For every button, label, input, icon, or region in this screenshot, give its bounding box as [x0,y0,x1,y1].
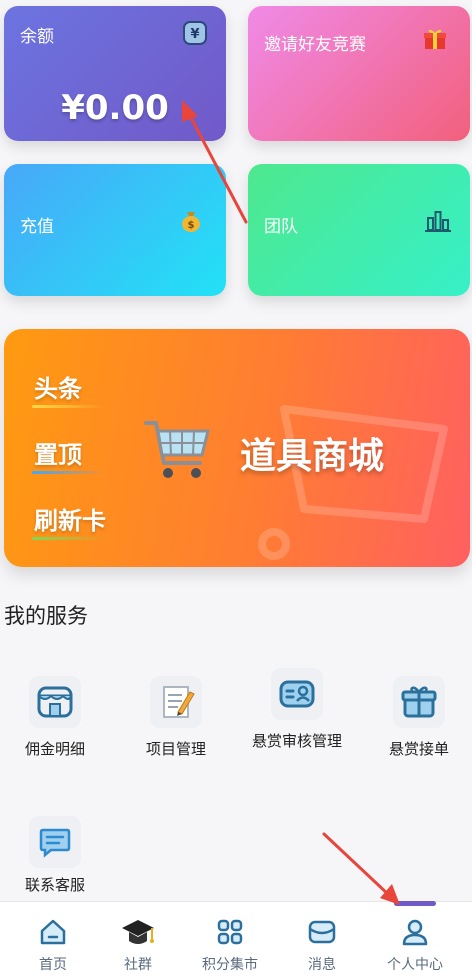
store-item-refresh-card: 刷新卡 [34,507,106,535]
service-commission-details[interactable]: 佣金明细 [0,676,110,761]
balance-label: 余额 [20,27,54,47]
service-contact-support[interactable]: 联系客服 [0,816,110,897]
home-icon [6,916,100,948]
nav-label: 消息 [308,957,336,973]
service-reward-review-management[interactable]: 悬赏审核管理 [242,668,352,753]
graduation-cap-icon [91,916,185,948]
team-label: 团队 [264,217,298,237]
chat-icon [29,816,81,868]
balance-card[interactable]: 余额 ¥ ¥0.00 [4,6,226,141]
yuan-badge-icon: ¥ [182,20,208,50]
user-icon [368,916,462,948]
team-card[interactable]: 团队 [248,164,470,296]
service-project-management[interactable]: 项目管理 [121,676,231,761]
gift-icon [422,26,448,56]
services-title: 我的服务 [4,604,88,628]
message-icon [275,916,369,948]
store-title: 道具商城 [240,436,385,477]
svg-text:$: $ [188,220,195,231]
money-bag-icon: $ [178,208,204,238]
active-tab-indicator [394,901,436,906]
gift-box-icon [393,676,445,728]
nav-personal-center[interactable]: 个人中心 [368,902,462,979]
nav-label: 个人中心 [387,957,443,973]
bar-chart-icon [424,208,452,238]
nav-community[interactable]: 社群 [91,902,185,979]
underline [32,537,104,540]
recharge-label: 充值 [20,217,54,237]
shopping-cart-icon [142,417,214,489]
service-label: 悬赏接单 [388,740,449,758]
underline [32,471,104,474]
service-label: 项目管理 [145,740,206,758]
nav-label: 社群 [124,957,152,973]
service-reward-orders[interactable]: 悬赏接单 [364,676,472,761]
svg-text:¥: ¥ [190,27,199,42]
service-label: 悬赏审核管理 [252,732,343,750]
item-store-banner[interactable]: 头条 置顶 刷新卡 道具商城 [4,329,470,567]
store-icon [29,676,81,728]
grid-icon [183,916,277,948]
service-label: 佣金明细 [24,740,85,758]
balance-amount: ¥0.00 [61,88,169,128]
recharge-card[interactable]: 充值 $ [4,164,226,296]
nav-label: 积分集市 [202,957,258,973]
id-card-icon [271,668,323,720]
invite-label: 邀请好友竞赛 [264,35,366,55]
bottom-navigation: 首页 社群 积分集市 消息 个人中心 [0,901,472,979]
nav-home[interactable]: 首页 [6,902,100,979]
memo-icon [150,676,202,728]
underline [32,405,104,408]
store-item-headline: 头条 [34,375,82,403]
nav-label: 首页 [39,957,67,973]
service-label: 联系客服 [24,876,85,894]
invite-card[interactable]: 邀请好友竞赛 [248,6,470,141]
store-item-pin: 置顶 [34,441,82,469]
nav-messages[interactable]: 消息 [275,902,369,979]
nav-points-market[interactable]: 积分集市 [183,902,277,979]
